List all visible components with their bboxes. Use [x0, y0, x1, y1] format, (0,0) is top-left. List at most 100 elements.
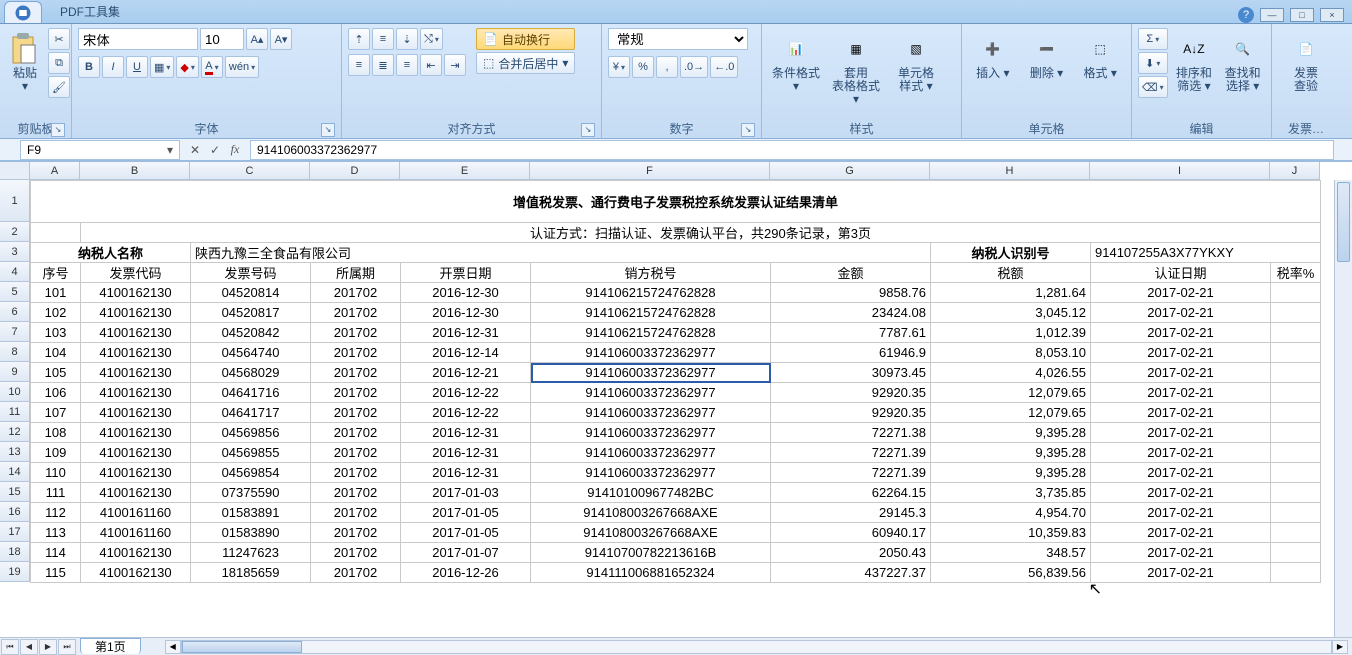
cell[interactable]: 18185659 [191, 563, 311, 583]
copy-button[interactable]: ⧉ [48, 52, 70, 74]
cell[interactable]: 金额 [771, 263, 931, 283]
cell[interactable]: 201702 [311, 503, 401, 523]
cell[interactable]: 2016-12-31 [401, 463, 531, 483]
cell[interactable]: 04568029 [191, 363, 311, 383]
cell[interactable]: 2016-12-31 [401, 423, 531, 443]
cell[interactable]: 30973.45 [771, 363, 931, 383]
cell[interactable]: 914108003267668AXE [531, 503, 771, 523]
cell[interactable]: 3,045.12 [931, 303, 1091, 323]
cell[interactable]: 4100162130 [81, 443, 191, 463]
cut-button[interactable]: ✂ [48, 28, 70, 50]
cell[interactable]: 4100162130 [81, 343, 191, 363]
cell[interactable] [1271, 283, 1321, 303]
cell[interactable]: 201702 [311, 383, 401, 403]
cell[interactable]: 9858.76 [771, 283, 931, 303]
decrease-decimal-button[interactable]: ←.0 [710, 56, 738, 78]
cell[interactable] [1271, 563, 1321, 583]
find-select-button[interactable]: 🔍查找和 选择 ▾ [1220, 28, 1265, 98]
invoice-check-button[interactable]: 📄发票 查验 [1278, 28, 1334, 98]
cell[interactable] [1271, 423, 1321, 443]
cell[interactable]: 4,954.70 [931, 503, 1091, 523]
cell[interactable]: 04564740 [191, 343, 311, 363]
cell[interactable]: 102 [31, 303, 81, 323]
formula-input[interactable]: 914106003372362977 [250, 140, 1334, 160]
cell[interactable]: 01583890 [191, 523, 311, 543]
cell[interactable]: 437227.37 [771, 563, 931, 583]
phonetic-button[interactable]: wén [225, 56, 259, 78]
cancel-formula-icon[interactable]: ✕ [186, 141, 204, 159]
sheet-nav-last[interactable]: ⏭ [58, 639, 76, 655]
cell[interactable]: 201702 [311, 563, 401, 583]
cell[interactable]: 2017-02-21 [1091, 423, 1271, 443]
align-top-button[interactable]: ⇡ [348, 28, 370, 50]
cell[interactable]: 201702 [311, 363, 401, 383]
cell[interactable] [1271, 523, 1321, 543]
cell[interactable]: 4100162130 [81, 383, 191, 403]
cell[interactable]: 4100162130 [81, 403, 191, 423]
dialog-launcher-icon[interactable]: ↘ [741, 123, 755, 137]
cell[interactable]: 2017-02-21 [1091, 343, 1271, 363]
cell[interactable]: 60940.17 [771, 523, 931, 543]
currency-button[interactable]: ¥ [608, 56, 630, 78]
cell[interactable]: 62264.15 [771, 483, 931, 503]
cell[interactable]: 110 [31, 463, 81, 483]
cell[interactable]: 914107255A3X77YKXY [1091, 243, 1321, 263]
sheet-nav-next[interactable]: ▶ [39, 639, 57, 655]
cell[interactable]: 914101009677482BC [531, 483, 771, 503]
cell[interactable]: 2017-02-21 [1091, 323, 1271, 343]
autosum-button[interactable]: Σ [1138, 28, 1168, 50]
cell[interactable]: 29145.3 [771, 503, 931, 523]
cell[interactable]: 92920.35 [771, 383, 931, 403]
cell[interactable]: 2017-02-21 [1091, 443, 1271, 463]
cell[interactable]: 7787.61 [771, 323, 931, 343]
cell[interactable]: 914106003372362977 [531, 423, 771, 443]
border-button[interactable]: ▦ [150, 56, 174, 78]
cell[interactable]: 开票日期 [401, 263, 531, 283]
cell[interactable]: 2016-12-31 [401, 323, 531, 343]
fx-icon[interactable]: fx [226, 141, 244, 159]
cell[interactable]: 2016-12-22 [401, 383, 531, 403]
cell[interactable]: 2017-01-05 [401, 523, 531, 543]
cell[interactable]: 2017-02-21 [1091, 363, 1271, 383]
cell[interactable]: 4100162130 [81, 363, 191, 383]
increase-decimal-button[interactable]: .0→ [680, 56, 708, 78]
cell[interactable]: 115 [31, 563, 81, 583]
cell[interactable]: 2017-02-21 [1091, 483, 1271, 503]
cell[interactable] [1271, 463, 1321, 483]
row-headers[interactable]: 12345678910111213141516171819 [0, 180, 30, 637]
cell[interactable]: 104 [31, 343, 81, 363]
cell[interactable]: 纳税人识别号 [931, 243, 1091, 263]
shrink-font-button[interactable]: A▾ [270, 28, 292, 50]
wrap-text-button[interactable]: 📄 自动换行 [476, 28, 575, 50]
cell[interactable]: 1,012.39 [931, 323, 1091, 343]
cell[interactable]: 348.57 [931, 543, 1091, 563]
cell[interactable] [1271, 303, 1321, 323]
cell[interactable]: 72271.39 [771, 443, 931, 463]
cell[interactable]: 4100162130 [81, 323, 191, 343]
office-orb[interactable] [4, 1, 42, 23]
cell[interactable]: 103 [31, 323, 81, 343]
cell[interactable]: 04520814 [191, 283, 311, 303]
cell[interactable]: 2016-12-22 [401, 403, 531, 423]
format-button[interactable]: ⬚格式 ▾ [1075, 28, 1125, 85]
cell[interactable]: 2016-12-30 [401, 303, 531, 323]
cell[interactable]: 04569856 [191, 423, 311, 443]
close-button[interactable]: × [1320, 8, 1344, 22]
cell[interactable]: 所属期 [311, 263, 401, 283]
cell[interactable]: 201702 [311, 543, 401, 563]
cell[interactable]: 114 [31, 543, 81, 563]
cell[interactable]: 2050.43 [771, 543, 931, 563]
cell[interactable]: 4100162130 [81, 543, 191, 563]
cell[interactable]: 914106003372362977 [531, 443, 771, 463]
cell[interactable]: 72271.38 [771, 423, 931, 443]
cell[interactable]: 113 [31, 523, 81, 543]
underline-button[interactable]: U [126, 56, 148, 78]
cell[interactable]: 04641717 [191, 403, 311, 423]
cell[interactable] [1271, 343, 1321, 363]
cell[interactable]: 发票号码 [191, 263, 311, 283]
cell[interactable]: 2017-02-21 [1091, 463, 1271, 483]
grow-font-button[interactable]: A▴ [246, 28, 268, 50]
select-all-corner[interactable] [0, 162, 30, 180]
cell[interactable] [1271, 363, 1321, 383]
cell[interactable]: 112 [31, 503, 81, 523]
